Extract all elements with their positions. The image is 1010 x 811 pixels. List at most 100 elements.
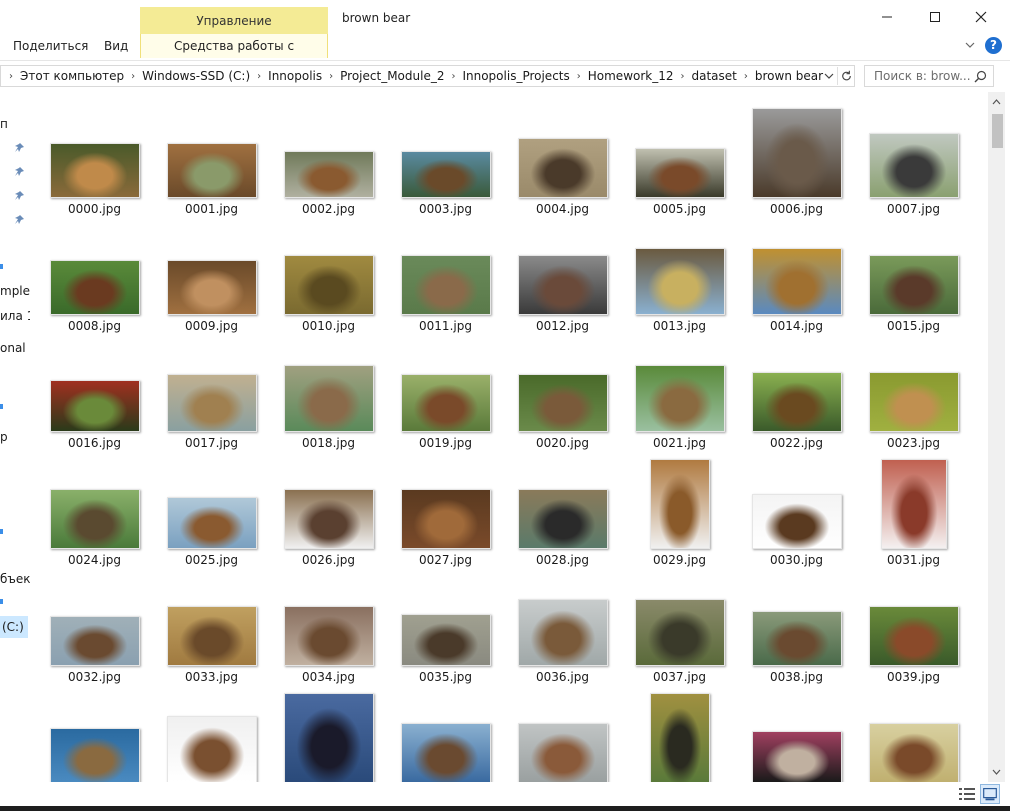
- chevron-right-icon[interactable]: ›: [5, 71, 17, 82]
- large-icons-view-icon[interactable]: [980, 784, 1000, 804]
- file-thumbnail[interactable]: 0013.jpg: [621, 223, 738, 340]
- file-thumbnail[interactable]: 0004.jpg: [504, 106, 621, 223]
- file-thumbnail[interactable]: 0002.jpg: [270, 106, 387, 223]
- file-thumbnail[interactable]: 0038.jpg: [738, 574, 855, 691]
- file-thumbnail[interactable]: 0042.jpg: [270, 691, 387, 782]
- nav-item-drive-c[interactable]: (C:): [0, 616, 28, 638]
- breadcrumb-item[interactable]: Project_Module_2: [337, 69, 447, 83]
- file-thumbnail[interactable]: 0009.jpg: [153, 223, 270, 340]
- file-thumbnail[interactable]: 0040.jpg: [36, 691, 153, 782]
- file-thumbnail[interactable]: 0016.jpg: [36, 340, 153, 457]
- file-thumbnail[interactable]: 0010.jpg: [270, 223, 387, 340]
- search-icon[interactable]: [974, 70, 987, 83]
- address-bar[interactable]: › Этот компьютер › Windows-SSD (C:) › In…: [0, 65, 855, 87]
- file-thumbnail[interactable]: 0017.jpg: [153, 340, 270, 457]
- file-thumbnail[interactable]: 0014.jpg: [738, 223, 855, 340]
- file-thumbnail[interactable]: 0018.jpg: [270, 340, 387, 457]
- file-thumbnail[interactable]: 0047.jpg: [855, 691, 972, 782]
- file-thumbnail[interactable]: 0012.jpg: [504, 223, 621, 340]
- chevron-right-icon[interactable]: ›: [740, 71, 752, 82]
- file-thumbnail[interactable]: 0027.jpg: [387, 457, 504, 574]
- help-icon[interactable]: ?: [985, 37, 1002, 54]
- scroll-down-icon[interactable]: [988, 766, 1005, 778]
- file-thumbnail[interactable]: 0022.jpg: [738, 340, 855, 457]
- file-name-label: 0015.jpg: [887, 319, 940, 333]
- chevron-right-icon[interactable]: ›: [677, 71, 689, 82]
- file-thumbnail[interactable]: 0044.jpg: [504, 691, 621, 782]
- file-thumbnail[interactable]: 0028.jpg: [504, 457, 621, 574]
- thumbnail-image: [518, 599, 608, 666]
- file-thumbnail[interactable]: 0019.jpg: [387, 340, 504, 457]
- scrollbar-thumb[interactable]: [992, 114, 1003, 148]
- file-thumbnail[interactable]: 0007.jpg: [855, 106, 972, 223]
- refresh-icon[interactable]: [837, 67, 855, 85]
- thumbnail-image: [284, 255, 374, 315]
- file-thumbnail[interactable]: 0026.jpg: [270, 457, 387, 574]
- file-thumbnail[interactable]: 0035.jpg: [387, 574, 504, 691]
- nav-item[interactable]: бъекты: [0, 572, 30, 586]
- status-bar: [0, 782, 1010, 811]
- breadcrumb-item-current[interactable]: brown bear: [752, 69, 826, 83]
- file-thumbnail[interactable]: 0008.jpg: [36, 223, 153, 340]
- breadcrumb-item[interactable]: Этот компьютер: [17, 69, 127, 83]
- file-thumbnail[interactable]: 0024.jpg: [36, 457, 153, 574]
- breadcrumb-item[interactable]: Windows-SSD (C:): [139, 69, 253, 83]
- search-input[interactable]: Поиск в: brow...: [864, 65, 994, 87]
- file-thumbnail[interactable]: 0006.jpg: [738, 106, 855, 223]
- file-thumbnail[interactable]: 0015.jpg: [855, 223, 972, 340]
- breadcrumb-item[interactable]: dataset: [689, 69, 740, 83]
- maximize-button[interactable]: [912, 0, 958, 34]
- chevron-right-icon[interactable]: ›: [253, 71, 265, 82]
- chevron-right-icon[interactable]: ›: [127, 71, 139, 82]
- vertical-scrollbar[interactable]: [988, 92, 1005, 782]
- pin-icon[interactable]: [13, 214, 25, 226]
- breadcrumb-item[interactable]: Homework_12: [585, 69, 677, 83]
- thumbnail-image: [518, 489, 608, 549]
- nav-item[interactable]: mples: [0, 284, 30, 298]
- file-thumbnail[interactable]: 0029.jpg: [621, 457, 738, 574]
- file-thumbnail[interactable]: 0003.jpg: [387, 106, 504, 223]
- details-view-icon[interactable]: [958, 786, 976, 802]
- nav-item[interactable]: р: [0, 430, 8, 444]
- file-thumbnail[interactable]: 0037.jpg: [621, 574, 738, 691]
- file-thumbnail[interactable]: 0039.jpg: [855, 574, 972, 691]
- chevron-right-icon[interactable]: ›: [573, 71, 585, 82]
- tab-picture-tools[interactable]: Средства работы с рисунками: [140, 34, 328, 77]
- nav-item[interactable]: ила 11: [0, 309, 30, 323]
- chevron-down-icon[interactable]: [963, 38, 977, 52]
- chevron-right-icon[interactable]: ›: [325, 71, 337, 82]
- file-thumbnail[interactable]: 0046.jpg: [738, 691, 855, 782]
- file-thumbnail[interactable]: 0011.jpg: [387, 223, 504, 340]
- file-thumbnail[interactable]: 0031.jpg: [855, 457, 972, 574]
- file-thumbnail[interactable]: 0030.jpg: [738, 457, 855, 574]
- file-thumbnail[interactable]: 0032.jpg: [36, 574, 153, 691]
- close-button[interactable]: [958, 0, 1004, 34]
- file-thumbnail[interactable]: 0020.jpg: [504, 340, 621, 457]
- tab-view[interactable]: Вид: [100, 34, 132, 58]
- file-thumbnail[interactable]: 0021.jpg: [621, 340, 738, 457]
- breadcrumb-item[interactable]: Innopolis_Projects: [459, 69, 572, 83]
- file-thumbnail[interactable]: 0045.jpg: [621, 691, 738, 782]
- pin-icon[interactable]: [13, 142, 25, 154]
- file-thumbnail[interactable]: 0033.jpg: [153, 574, 270, 691]
- file-thumbnail[interactable]: 0041.jpg: [153, 691, 270, 782]
- file-thumbnail[interactable]: 0001.jpg: [153, 106, 270, 223]
- pin-icon[interactable]: [13, 166, 25, 178]
- tab-share[interactable]: Поделиться: [9, 34, 92, 58]
- file-thumbnail[interactable]: 0023.jpg: [855, 340, 972, 457]
- nav-item[interactable]: п: [0, 117, 8, 131]
- nav-item[interactable]: onal: [0, 341, 26, 355]
- file-thumbnail[interactable]: 0000.jpg: [36, 106, 153, 223]
- file-thumbnail[interactable]: 0036.jpg: [504, 574, 621, 691]
- pin-icon[interactable]: [13, 190, 25, 202]
- chevron-down-icon[interactable]: [821, 68, 837, 84]
- scroll-up-icon[interactable]: [988, 96, 1005, 108]
- file-thumbnail[interactable]: 0034.jpg: [270, 574, 387, 691]
- file-thumbnail[interactable]: 0025.jpg: [153, 457, 270, 574]
- file-thumbnail[interactable]: 0043.jpg: [387, 691, 504, 782]
- file-name-label: 0024.jpg: [68, 553, 121, 567]
- minimize-button[interactable]: [864, 0, 910, 34]
- chevron-right-icon[interactable]: ›: [447, 71, 459, 82]
- breadcrumb-item[interactable]: Innopolis: [265, 69, 325, 83]
- file-thumbnail[interactable]: 0005.jpg: [621, 106, 738, 223]
